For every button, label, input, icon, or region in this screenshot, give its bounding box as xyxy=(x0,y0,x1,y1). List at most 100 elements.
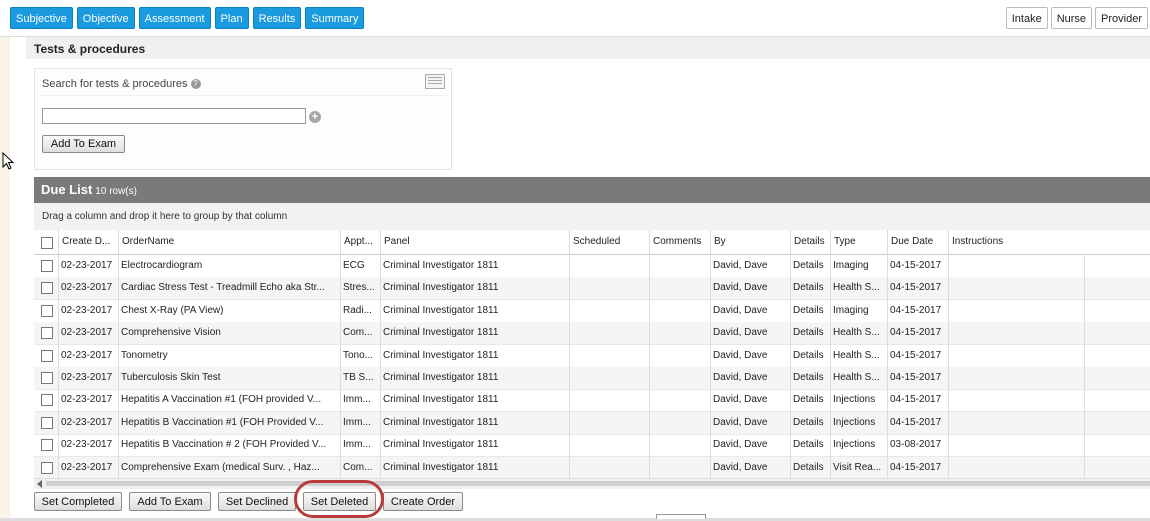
cell-by: David, Dave xyxy=(713,304,768,316)
cell-appointment: Imm... xyxy=(343,394,371,406)
cell-create-date: 02-23-2017 xyxy=(61,372,113,383)
row-checkbox[interactable] xyxy=(41,439,53,452)
tab-plan[interactable]: Plan xyxy=(214,7,249,29)
table-row[interactable]: 02-23-2017 Cardiac Stress Test - Treadmil… xyxy=(34,277,1150,301)
cell-by: David, Dave xyxy=(713,439,768,451)
column-header-order-name[interactable]: OrderName xyxy=(118,230,340,254)
create-order-button[interactable]: Create Order xyxy=(383,492,463,511)
row-checkbox[interactable] xyxy=(41,372,53,384)
tab-objective[interactable]: Objective xyxy=(76,7,135,29)
tab-subjective[interactable]: Subjective xyxy=(10,7,73,29)
cell-by: David, Dave xyxy=(713,372,768,383)
cell-appointment: ECG xyxy=(343,260,365,271)
cell-details[interactable]: Details xyxy=(790,345,830,367)
column-header-due-date[interactable]: Due Date xyxy=(887,230,948,254)
column-header-instructions[interactable]: Instructions xyxy=(948,230,1084,254)
add-to-exam-search-button[interactable]: Add To Exam xyxy=(42,135,125,153)
scroll-left-arrow-icon[interactable] xyxy=(37,480,42,488)
group-by-drop-area[interactable]: Drag a column and drop it here to group … xyxy=(34,203,1150,230)
grid-column-divider xyxy=(710,254,711,478)
role-tab-intake[interactable]: Intake xyxy=(1005,7,1048,29)
cell-scheduled xyxy=(569,367,649,389)
cell-instructions xyxy=(948,457,1084,478)
row-checkbox[interactable] xyxy=(41,416,53,429)
role-tab-provider[interactable]: Provider xyxy=(1095,7,1148,29)
row-checkbox[interactable] xyxy=(41,461,53,474)
cell-scheduled xyxy=(569,277,649,299)
table-row[interactable]: 02-23-2017 Chest X-Ray (PA View) Radi... Cr… xyxy=(34,300,1150,323)
left-margin-strip xyxy=(0,37,10,521)
role-tab-nurse[interactable]: Nurse xyxy=(1050,7,1093,29)
cell-details[interactable]: Details xyxy=(790,277,830,299)
cell-order-name: Electrocardiogram xyxy=(121,260,203,271)
section-title: Tests & procedures xyxy=(34,42,146,56)
cell-due-date: 04-15-2017 xyxy=(890,349,942,361)
due-list-grid: Create D... OrderName Appt... Panel Schedule… xyxy=(34,230,1150,478)
column-header-type[interactable]: Type xyxy=(830,230,887,254)
table-row[interactable]: 02-23-2017 Electrocardiogram ECG Criminal I… xyxy=(34,255,1150,278)
column-header-scheduled[interactable]: Scheduled xyxy=(569,230,649,254)
cell-details[interactable]: Details xyxy=(790,412,830,434)
search-input[interactable] xyxy=(42,108,306,124)
list-view-icon[interactable] xyxy=(425,74,445,89)
column-header-details[interactable]: Details xyxy=(790,230,830,254)
cell-details[interactable]: Details xyxy=(790,389,830,411)
table-row[interactable]: 02-23-2017 Tuberculosis Skin Test TB S... C… xyxy=(34,367,1150,390)
cell-comments xyxy=(649,300,710,322)
cell-order-name: Chest X-Ray (PA View) xyxy=(121,304,224,316)
table-row[interactable]: 02-23-2017 Hepatitis B Vaccination # 2 (F… xyxy=(34,434,1150,458)
cell-type: Health S... xyxy=(833,372,880,383)
set-declined-button[interactable]: Set Declined xyxy=(218,492,296,511)
column-header-create-date[interactable]: Create D... xyxy=(58,230,118,254)
row-checkbox[interactable] xyxy=(41,349,53,362)
table-row[interactable]: 02-23-2017 Hepatitis B Vaccination #1 (FO… xyxy=(34,411,1150,435)
tab-results[interactable]: Results xyxy=(252,7,302,29)
search-divider xyxy=(42,95,444,96)
cell-create-date: 02-23-2017 xyxy=(61,416,113,428)
cell-scheduled xyxy=(569,434,649,456)
cell-appointment: Stres... xyxy=(343,282,375,294)
column-header-panel[interactable]: Panel xyxy=(380,230,569,254)
cell-comments xyxy=(649,434,710,456)
scrollbar-thumb[interactable] xyxy=(46,481,1150,486)
cell-details[interactable]: Details xyxy=(790,255,830,277)
column-header-comments[interactable]: Comments xyxy=(649,230,710,254)
grid-column-divider xyxy=(887,254,888,478)
group-by-hint: Drag a column and drop it here to group … xyxy=(42,211,288,222)
cell-details[interactable]: Details xyxy=(790,457,830,478)
help-icon[interactable]: ? xyxy=(190,79,201,90)
table-row[interactable]: 02-23-2017 Tonometry Tono... Criminal Inves… xyxy=(34,345,1150,368)
cell-details[interactable]: Details xyxy=(790,300,830,322)
cell-details[interactable]: Details xyxy=(790,322,830,344)
cell-comments xyxy=(649,345,710,367)
add-circle-icon[interactable]: + xyxy=(309,111,321,123)
column-header-appointment[interactable]: Appt... xyxy=(340,230,380,254)
cell-details[interactable]: Details xyxy=(790,434,830,456)
row-checkbox[interactable] xyxy=(41,282,53,295)
select-all-checkbox[interactable] xyxy=(41,237,53,249)
row-checkbox[interactable] xyxy=(41,260,53,272)
cell-comments xyxy=(649,412,710,434)
set-completed-button[interactable]: Set Completed xyxy=(34,492,122,511)
grid-column-divider xyxy=(569,254,570,478)
tab-summary[interactable]: Summary xyxy=(305,7,365,29)
add-to-exam-button[interactable]: Add To Exam xyxy=(129,492,211,511)
cell-by: David, Dave xyxy=(713,461,768,473)
cell-scheduled xyxy=(569,345,649,367)
cell-scheduled xyxy=(569,300,649,322)
tab-assessment[interactable]: Assessment xyxy=(138,7,211,29)
cell-details[interactable]: Details xyxy=(790,367,830,389)
table-row[interactable]: 02-23-2017 Hepatitis A Vaccination #1 (FO… xyxy=(34,389,1150,413)
row-checkbox[interactable] xyxy=(41,394,53,407)
table-row[interactable]: 02-23-2017 Comprehensive Exam (medical Su… xyxy=(34,456,1150,478)
cell-comments xyxy=(649,367,710,389)
cell-due-date: 04-15-2017 xyxy=(890,461,942,473)
cell-panel: Criminal Investigator 1811 xyxy=(383,282,499,294)
cell-appointment: Radi... xyxy=(343,304,372,316)
column-header-by[interactable]: By xyxy=(710,230,790,254)
row-checkbox[interactable] xyxy=(41,327,53,340)
cell-instructions xyxy=(948,322,1084,344)
row-checkbox[interactable] xyxy=(41,304,53,317)
horizontal-scrollbar[interactable] xyxy=(34,478,1150,489)
table-row[interactable]: 02-23-2017 Comprehensive Vision Com... Crim… xyxy=(34,322,1150,346)
